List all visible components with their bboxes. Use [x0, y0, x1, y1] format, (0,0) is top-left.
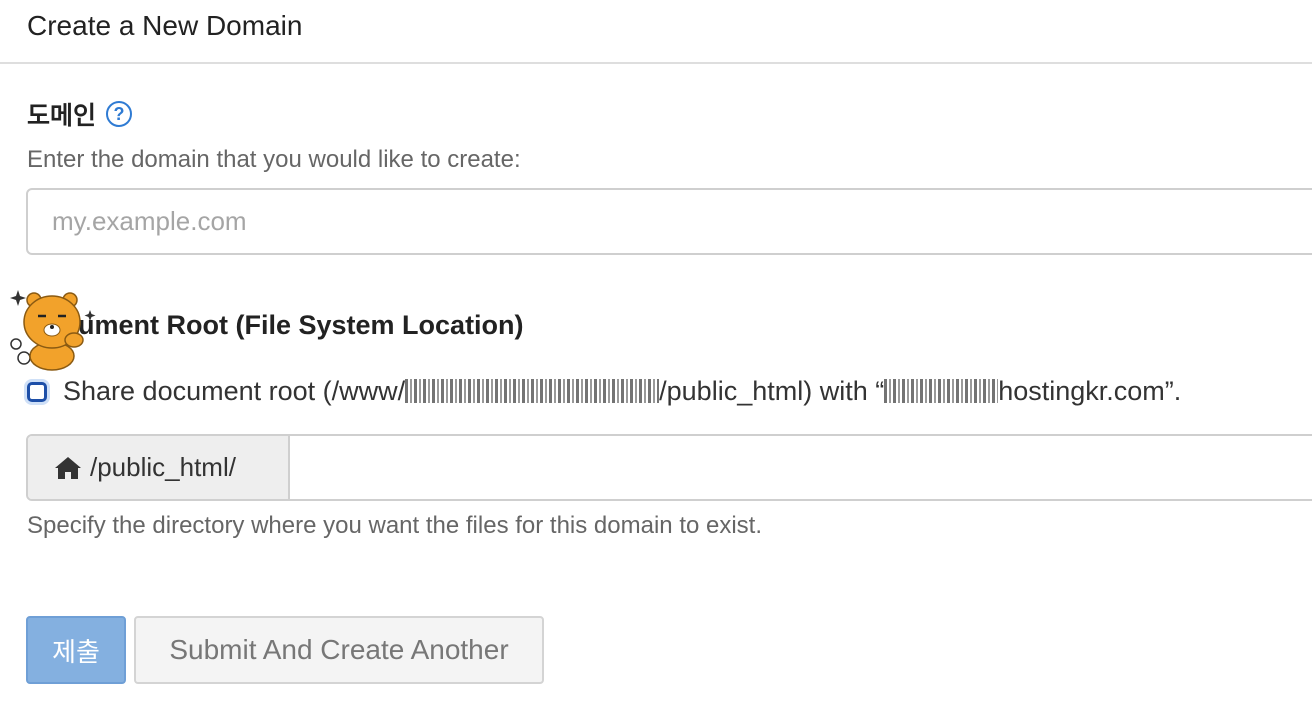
- page-title: Create a New Domain: [27, 10, 303, 41]
- home-path-label: /public_html/: [90, 452, 236, 482]
- share-docroot-label[interactable]: Share document root (/www/ /public_html) …: [63, 376, 1181, 407]
- share-prefix: Share document root (/www/: [63, 376, 406, 406]
- redacted-subdomain: [884, 379, 999, 403]
- document-root-input[interactable]: [290, 436, 1312, 499]
- share-docroot-checkbox[interactable]: [27, 381, 47, 402]
- share-docroot-row: Share document root (/www/ /public_html) …: [27, 376, 1181, 407]
- domain-label-row: 도메인 ?: [27, 96, 133, 132]
- document-root-group: /public_html/: [26, 434, 1312, 501]
- submit-button[interactable]: 제출: [26, 616, 126, 684]
- redacted-username: [405, 379, 660, 403]
- share-middle: /public_html) with “: [659, 376, 885, 406]
- share-suffix: hostingkr.com”.: [998, 376, 1182, 406]
- domain-hint: Enter the domain that you would like to …: [27, 146, 521, 173]
- domain-input[interactable]: [26, 188, 1312, 255]
- bear-sticker: [10, 290, 96, 371]
- home-icon: [55, 456, 81, 479]
- submit-and-create-another-button[interactable]: Submit And Create Another: [134, 616, 544, 684]
- page-header: Create a New Domain: [0, 0, 1312, 64]
- home-path-addon: /public_html/: [28, 436, 290, 499]
- document-root-title: Document Root (File System Location): [27, 310, 524, 340]
- domain-label: 도메인: [27, 102, 97, 130]
- document-root-hint: Specify the directory where you want the…: [27, 512, 763, 539]
- question-circle-icon[interactable]: ?: [106, 101, 133, 127]
